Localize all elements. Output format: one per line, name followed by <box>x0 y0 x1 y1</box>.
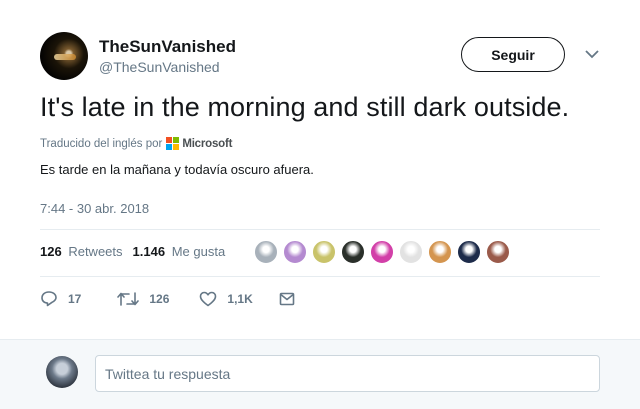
default-avatar-icon[interactable] <box>254 240 278 264</box>
divider <box>40 229 600 230</box>
tweet-card: TheSunVanished @TheSunVanished Seguir It… <box>0 0 640 339</box>
photo-avatar-icon[interactable] <box>486 240 510 264</box>
likes-stat[interactable]: 1.146 Me gusta <box>133 244 226 259</box>
likes-label: Me gusta <box>171 244 226 259</box>
retweet-count: 126 <box>149 291 170 306</box>
reply-icon <box>41 291 57 307</box>
like-action[interactable]: 1,1K <box>199 291 253 307</box>
reply-input[interactable] <box>95 355 600 392</box>
user-avatar[interactable] <box>40 32 88 80</box>
likes-count: 1.146 <box>132 244 166 259</box>
retweet-action[interactable]: 126 <box>117 291 169 307</box>
alien-avatar-icon[interactable] <box>312 240 336 264</box>
reply-count: 17 <box>68 291 82 306</box>
follow-button[interactable]: Seguir <box>461 37 565 72</box>
display-name[interactable]: TheSunVanished <box>99 37 236 57</box>
translated-text: Es tarde en la mañana y todavía oscuro a… <box>40 162 314 177</box>
colorful-avatar-icon[interactable] <box>370 240 394 264</box>
retweets-label: Retweets <box>68 244 123 259</box>
direct-message-action[interactable] <box>279 292 305 306</box>
retweets-stat[interactable]: 126 Retweets <box>40 244 123 259</box>
retweet-icon <box>117 291 140 306</box>
cartoon-avatar-icon[interactable] <box>283 240 307 264</box>
reply-action[interactable]: 17 <box>40 290 81 307</box>
divider <box>40 276 600 277</box>
retweets-count: 126 <box>40 244 62 259</box>
heart-icon <box>200 291 217 306</box>
translator-name[interactable]: Microsoft <box>182 138 232 150</box>
liker-avatars <box>254 240 515 264</box>
envelope-icon <box>279 292 295 305</box>
dark-avatar-icon[interactable] <box>457 240 481 264</box>
translated-from-label: Traducido del inglés por <box>40 137 163 150</box>
tweet-timestamp[interactable]: 7:44 - 30 abr. 2018 <box>40 201 149 216</box>
like-count: 1,1K <box>227 291 253 306</box>
microsoft-logo-icon <box>166 137 180 150</box>
character-avatar-icon[interactable] <box>341 240 365 264</box>
tweet-text: It's late in the morning and still dark … <box>40 92 570 122</box>
portrait-avatar-icon[interactable] <box>428 240 452 264</box>
tweet-actions: 17 126 1,1K <box>40 290 327 307</box>
translation-attribution: Traducido del inglés por Microsoft <box>40 137 232 150</box>
reply-bar <box>0 339 640 409</box>
user-handle[interactable]: @TheSunVanished <box>99 59 220 75</box>
current-user-avatar <box>46 356 78 388</box>
logo-avatar-icon[interactable] <box>399 240 423 264</box>
chevron-down-icon[interactable] <box>583 45 601 63</box>
tweet-stats: 126 Retweets 1.146 Me gusta <box>40 244 235 259</box>
